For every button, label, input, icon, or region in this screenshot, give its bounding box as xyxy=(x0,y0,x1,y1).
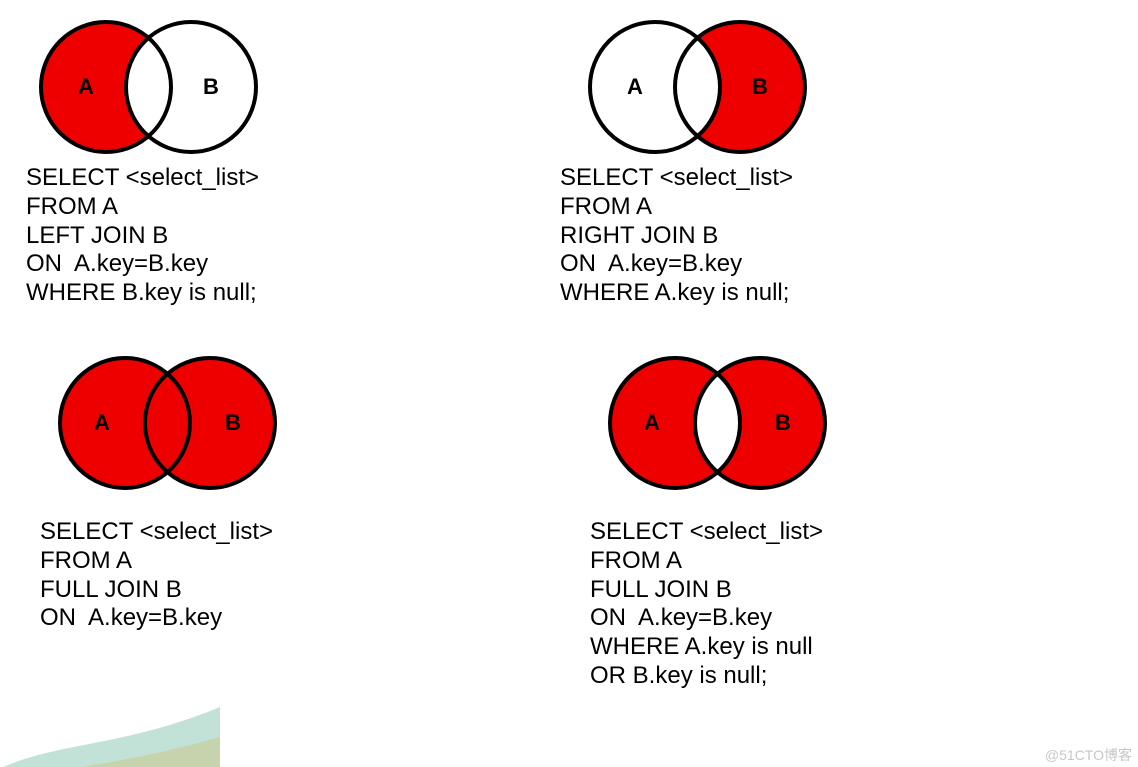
watermark: @51CTO博客 xyxy=(1045,745,1132,765)
decorative-corner xyxy=(0,677,220,767)
sql-right-anti: SELECT <select_list> FROM A RIGHT JOIN B… xyxy=(560,164,820,308)
venn-label-a: A xyxy=(94,410,110,435)
sql-full-anti: SELECT <select_list> FROM A FULL JOIN B … xyxy=(590,518,850,691)
venn-label-b: B xyxy=(775,410,791,435)
venn-full-anti: A B xyxy=(590,348,850,498)
panel-full-anti: A B SELECT <select_list> FROM A FULL JOI… xyxy=(590,348,850,691)
venn-full-outer: A B xyxy=(40,348,300,498)
venn-label-a: A xyxy=(627,74,643,99)
venn-right-anti: A B xyxy=(560,12,820,162)
venn-label-a: A xyxy=(78,74,94,99)
venn-label-b: B xyxy=(752,74,768,99)
venn-label-b: B xyxy=(203,74,219,99)
sql-left-anti: SELECT <select_list> FROM A LEFT JOIN B … xyxy=(26,164,286,308)
venn-label-b: B xyxy=(225,410,241,435)
venn-left-anti: A B xyxy=(26,12,286,162)
sql-full-outer: SELECT <select_list> FROM A FULL JOIN B … xyxy=(40,518,300,633)
panel-left-anti: A B SELECT <select_list> FROM A LEFT JOI… xyxy=(26,12,286,308)
venn-label-a: A xyxy=(644,410,660,435)
panel-full-outer: A B SELECT <select_list> FROM A FULL JOI… xyxy=(40,348,300,633)
panel-right-anti: A B SELECT <select_list> FROM A RIGHT JO… xyxy=(560,12,820,308)
